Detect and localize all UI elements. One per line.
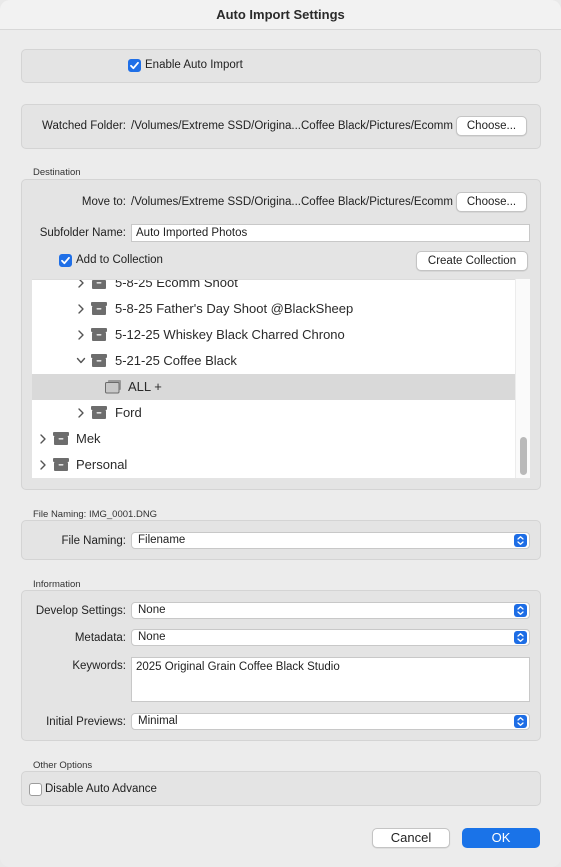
metadata-label: Metadata: — [74, 632, 126, 644]
checkmark-icon — [130, 61, 139, 70]
initial-previews-label: Initial Previews: — [46, 716, 126, 728]
collection-set-box-icon — [53, 458, 69, 471]
tree-row-label: ALL + — [128, 379, 162, 394]
tree-row-label: 5-12-25 Whiskey Black Charred Chrono — [115, 327, 345, 342]
keywords-textarea[interactable]: 2025 Original Grain Coffee Black Studio — [131, 657, 530, 702]
updown-chevron-icon — [514, 604, 527, 617]
add-to-collection-label: Add to Collection — [76, 254, 163, 266]
move-to-path: /Volumes/Extreme SSD/Origina...Coffee Bl… — [131, 196, 453, 208]
file-naming-label: File Naming: — [61, 535, 126, 547]
tree-scrollbar[interactable] — [515, 279, 530, 478]
tree-scrollbar-thumb[interactable] — [520, 437, 527, 475]
collection-set-box-icon — [91, 302, 107, 315]
updown-chevron-icon — [514, 715, 527, 728]
add-to-collection-checkbox[interactable] — [59, 254, 72, 267]
enable-auto-import-checkbox[interactable] — [128, 59, 141, 72]
tree-row-label: Personal — [76, 457, 128, 472]
tree-row-label: Ford — [115, 405, 142, 420]
keywords-label: Keywords: — [72, 660, 126, 672]
tree-row[interactable]: 5-8-25 Ecomm Shoot — [32, 279, 515, 296]
enable-group — [21, 49, 541, 83]
create-collection-button[interactable]: Create Collection — [416, 251, 528, 271]
collection-stack-icon — [105, 380, 121, 394]
destination-section-label: Destination — [33, 167, 81, 178]
collection-set-box-icon — [91, 354, 107, 367]
chevron-right-icon[interactable] — [38, 459, 48, 471]
watched-folder-label: Watched Folder: — [42, 120, 126, 132]
chevron-right-icon[interactable] — [38, 433, 48, 445]
develop-settings-value: None — [138, 604, 166, 616]
develop-settings-label: Develop Settings: — [35, 605, 126, 617]
collection-tree[interactable]: 5-8-25 Ecomm Shoot 5-8-25 Father's Day Sh… — [32, 279, 530, 478]
disable-auto-advance-label: Disable Auto Advance — [45, 783, 157, 795]
move-to-choose-button[interactable]: Choose... — [456, 192, 527, 212]
file-naming-value: Filename — [138, 534, 186, 546]
enable-auto-import-label: Enable Auto Import — [145, 59, 243, 71]
chevron-right-icon[interactable] — [76, 279, 86, 289]
develop-settings-select[interactable]: None — [131, 602, 530, 619]
tree-row[interactable]: 5-12-25 Whiskey Black Charred Chrono — [32, 322, 515, 348]
collection-set-box-icon — [91, 406, 107, 419]
tree-row-label: 5-8-25 Father's Day Shoot @BlackSheep — [115, 301, 354, 316]
subfolder-name-input[interactable]: Auto Imported Photos — [131, 224, 530, 242]
updown-chevron-icon — [514, 534, 527, 547]
chevron-right-icon[interactable] — [76, 407, 86, 419]
tree-row[interactable]: ALL + — [32, 374, 515, 400]
checkmark-icon — [61, 256, 70, 265]
tree-row-label: Mek — [76, 431, 101, 446]
metadata-value: None — [138, 631, 166, 643]
file-naming-select[interactable]: Filename — [131, 532, 530, 549]
tree-row[interactable]: Ford — [32, 400, 515, 426]
initial-previews-value: Minimal — [138, 715, 178, 727]
subfolder-name-label: Subfolder Name: — [39, 227, 126, 239]
tree-row-label: 5-21-25 Coffee Black — [115, 353, 237, 368]
move-to-label: Move to: — [81, 196, 126, 208]
chevron-down-icon[interactable] — [76, 355, 86, 367]
updown-chevron-icon — [514, 631, 527, 644]
tree-row[interactable]: Personal — [32, 452, 515, 478]
initial-previews-select[interactable]: Minimal — [131, 713, 530, 730]
file-naming-section-label: File Naming: IMG_0001.DNG — [33, 509, 158, 520]
watched-folder-path: /Volumes/Extreme SSD/Origina...Coffee Bl… — [131, 120, 453, 132]
other-options-section-label: Other Options — [33, 760, 93, 771]
chevron-right-icon[interactable] — [76, 303, 86, 315]
watched-folder-choose-button[interactable]: Choose... — [456, 116, 527, 136]
ok-button[interactable]: OK — [462, 828, 540, 848]
tree-row[interactable]: Mek — [32, 426, 515, 452]
tree-row[interactable]: 5-8-25 Father's Day Shoot @BlackSheep — [32, 296, 515, 322]
cancel-button[interactable]: Cancel — [372, 828, 450, 848]
disable-auto-advance-checkbox[interactable] — [29, 783, 42, 796]
metadata-select[interactable]: None — [131, 629, 530, 646]
tree-row-label: 5-8-25 Ecomm Shoot — [115, 279, 238, 290]
tree-row[interactable]: 5-21-25 Coffee Black — [32, 348, 515, 374]
collection-set-box-icon — [92, 280, 106, 289]
collection-set-box-icon — [53, 432, 69, 445]
information-section-label: Information — [33, 579, 81, 590]
auto-import-dialog: Auto Import Settings Enable Auto Import … — [0, 0, 561, 867]
chevron-right-icon[interactable] — [76, 329, 86, 341]
collection-set-box-icon — [91, 328, 107, 341]
window-title: Auto Import Settings — [0, 0, 561, 30]
